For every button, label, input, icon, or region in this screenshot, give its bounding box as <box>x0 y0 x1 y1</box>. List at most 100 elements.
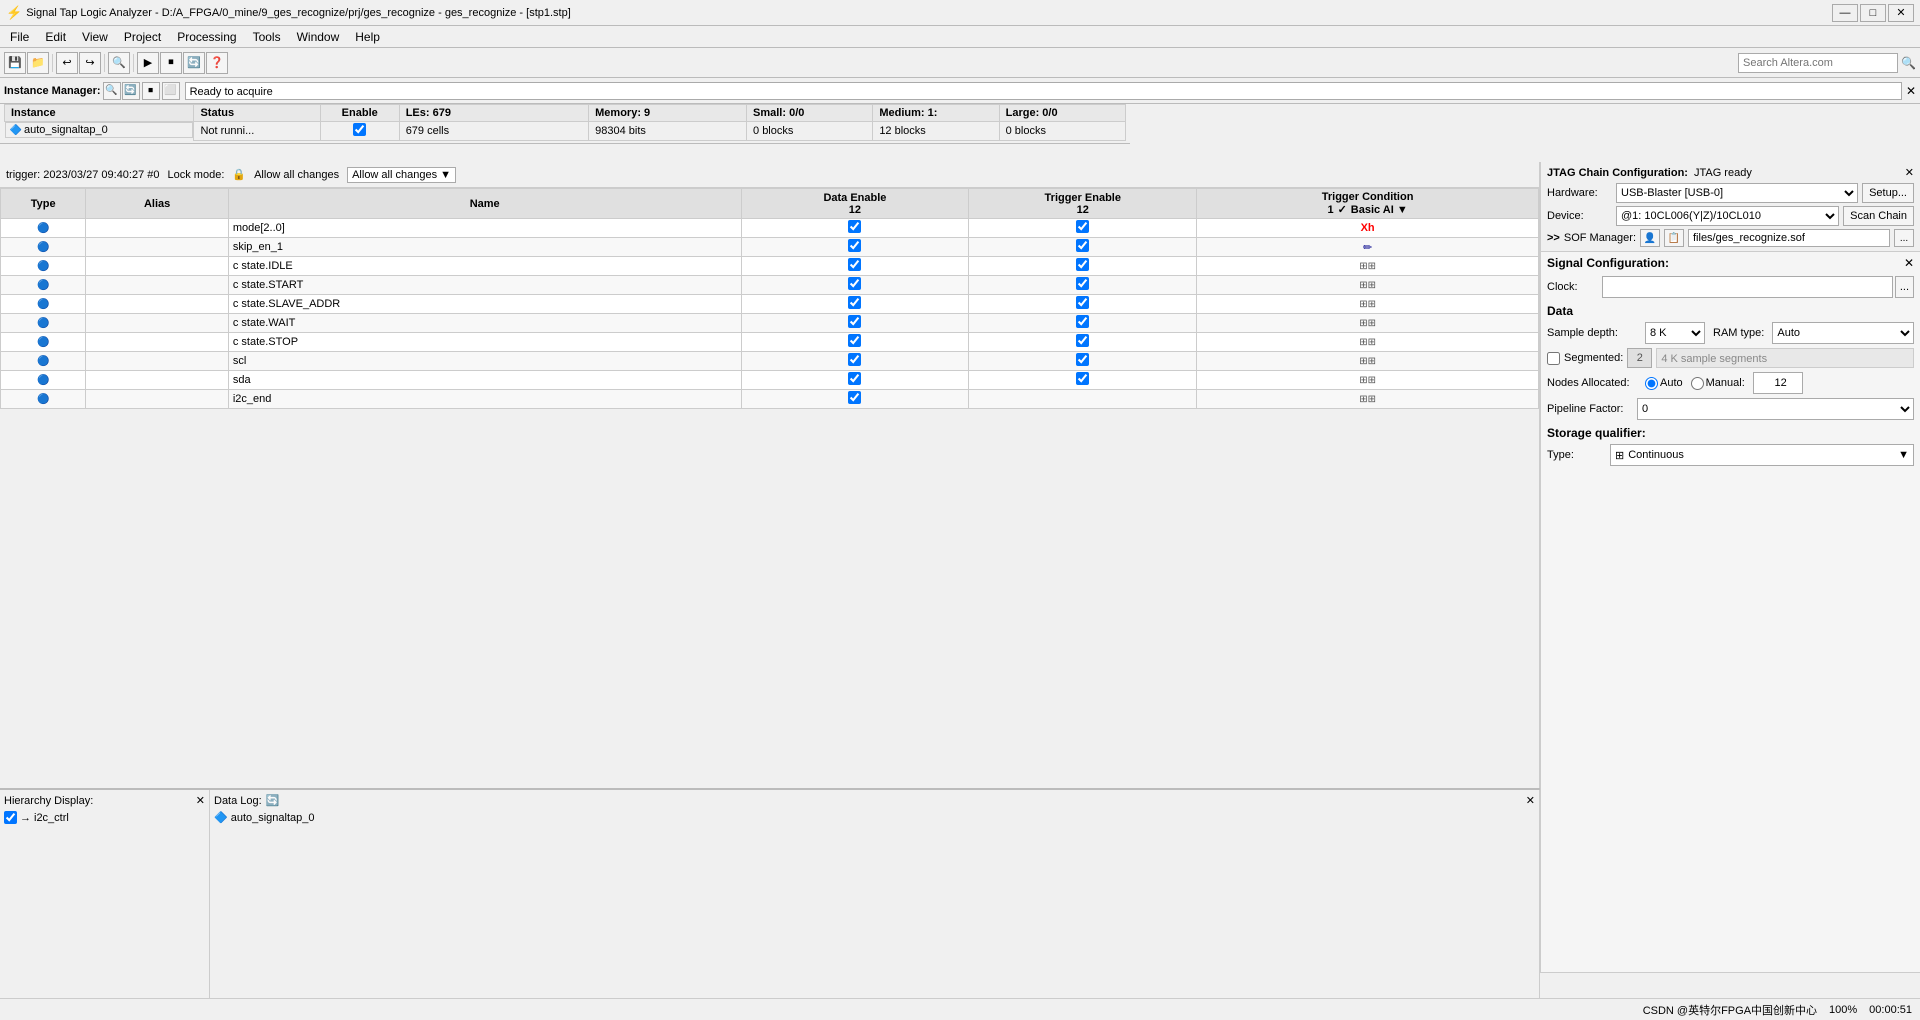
lock-mode-dropdown[interactable]: Allow all changes ▼ <box>347 167 456 183</box>
toolbar-redo[interactable]: ↪ <box>79 52 101 74</box>
toolbar-run[interactable]: ▶ <box>137 52 159 74</box>
signal-row[interactable]: 🔵sda⊞⊞ <box>1 371 1539 390</box>
trigger-enable-checkbox[interactable] <box>1076 334 1089 347</box>
data-enable-checkbox[interactable] <box>848 315 861 328</box>
trigger-enable-checkbox[interactable] <box>1076 296 1089 309</box>
trigger-enable-checkbox[interactable] <box>1076 315 1089 328</box>
toolbar-help[interactable]: ❓ <box>206 52 228 74</box>
menu-project[interactable]: Project <box>118 29 167 45</box>
sig-config-close[interactable]: ✕ <box>1904 256 1914 270</box>
signal-row[interactable]: 🔵scl⊞⊞ <box>1 352 1539 371</box>
datalog-item[interactable]: 🔷 auto_signaltap_0 <box>214 811 1535 824</box>
trigger-enable-checkbox[interactable] <box>1076 239 1089 252</box>
clock-browse-btn[interactable]: ... <box>1895 276 1914 298</box>
hierarchy-check[interactable] <box>4 811 17 824</box>
toolbar-new[interactable]: 💾 <box>4 52 26 74</box>
data-enable-checkbox[interactable] <box>848 353 861 366</box>
trigger-enable-checkbox[interactable] <box>1076 258 1089 271</box>
jtag-close-btn[interactable]: ✕ <box>1905 166 1914 179</box>
hierarchy-item[interactable]: → i2c_ctrl <box>4 811 205 824</box>
segmented-checkbox[interactable] <box>1547 352 1560 365</box>
ram-type-select[interactable]: Auto <box>1772 322 1914 344</box>
signal-trigger-condition-cell[interactable]: ⊞⊞ <box>1197 295 1539 314</box>
instance-refresh-btn[interactable]: 🔄 <box>122 82 140 100</box>
signal-trigger-enable-cell[interactable] <box>969 238 1197 257</box>
minimize-button[interactable]: — <box>1832 4 1858 22</box>
sample-depth-select[interactable]: 8 K <box>1645 322 1705 344</box>
signal-row[interactable]: 🔵c state.START⊞⊞ <box>1 276 1539 295</box>
manual-radio-label[interactable]: Manual: <box>1691 377 1745 390</box>
signal-row[interactable]: 🔵c state.WAIT⊞⊞ <box>1 314 1539 333</box>
signal-data-enable-cell[interactable] <box>741 352 969 371</box>
maximize-button[interactable]: □ <box>1860 4 1886 22</box>
data-enable-checkbox[interactable] <box>848 239 861 252</box>
data-enable-checkbox[interactable] <box>848 277 861 290</box>
instance-search-btn[interactable]: 🔍 <box>103 82 121 100</box>
manual-radio[interactable] <box>1691 377 1704 390</box>
signal-trigger-enable-cell[interactable] <box>969 352 1197 371</box>
instance-close-btn[interactable]: ✕ <box>1906 84 1916 98</box>
signal-data-enable-cell[interactable] <box>741 333 969 352</box>
menu-window[interactable]: Window <box>291 29 346 45</box>
signal-trigger-condition-cell[interactable]: Xh <box>1197 219 1539 238</box>
instance-row[interactable]: 🔷 auto_signaltap_0 Not runni... 679 cell… <box>5 122 1126 141</box>
datalog-icon[interactable]: 🔄 <box>266 794 280 807</box>
signal-data-enable-cell[interactable] <box>741 390 969 409</box>
clock-input[interactable]: sys_clk <box>1602 276 1893 298</box>
auto-radio-label[interactable]: Auto <box>1645 377 1683 390</box>
signal-trigger-condition-cell[interactable]: ⊞⊞ <box>1197 257 1539 276</box>
signal-trigger-enable-cell[interactable] <box>969 333 1197 352</box>
sof-program-btn[interactable]: 👤 <box>1640 229 1660 247</box>
signal-trigger-enable-cell[interactable] <box>969 257 1197 276</box>
auto-radio[interactable] <box>1645 377 1658 390</box>
menu-edit[interactable]: Edit <box>39 29 72 45</box>
instance-panel-btn[interactable]: ⬜ <box>162 82 180 100</box>
storage-type-dropdown[interactable]: ⊞ Continuous ▼ <box>1610 444 1914 466</box>
data-enable-checkbox[interactable] <box>848 372 861 385</box>
signal-trigger-enable-cell[interactable] <box>969 314 1197 333</box>
data-enable-checkbox[interactable] <box>848 296 861 309</box>
data-enable-checkbox[interactable] <box>848 334 861 347</box>
instance-stop-btn[interactable]: ⏹ <box>142 82 160 100</box>
signal-data-enable-cell[interactable] <box>741 371 969 390</box>
signal-trigger-condition-cell[interactable]: ✏ <box>1197 238 1539 257</box>
signal-trigger-enable-cell[interactable] <box>969 390 1197 409</box>
signal-trigger-condition-cell[interactable]: ⊞⊞ <box>1197 371 1539 390</box>
signal-trigger-condition-cell[interactable]: ⊞⊞ <box>1197 333 1539 352</box>
signal-trigger-condition-cell[interactable]: ⊞⊞ <box>1197 352 1539 371</box>
sof-path-input[interactable] <box>1688 229 1890 247</box>
signal-trigger-condition-cell[interactable]: ⊞⊞ <box>1197 390 1539 409</box>
trigger-enable-checkbox[interactable] <box>1076 372 1089 385</box>
toolbar-netlist[interactable]: 🔍 <box>108 52 130 74</box>
sof-more-btn[interactable]: ... <box>1894 229 1914 247</box>
data-enable-checkbox[interactable] <box>848 258 861 271</box>
signal-data-enable-cell[interactable] <box>741 257 969 276</box>
signal-row[interactable]: 🔵c state.SLAVE_ADDR⊞⊞ <box>1 295 1539 314</box>
signal-trigger-enable-cell[interactable] <box>969 219 1197 238</box>
signal-data-enable-cell[interactable] <box>741 219 969 238</box>
signal-row[interactable]: 🔵c state.IDLE⊞⊞ <box>1 257 1539 276</box>
signal-row[interactable]: 🔵mode[2..0]Xh <box>1 219 1539 238</box>
signal-trigger-enable-cell[interactable] <box>969 295 1197 314</box>
menu-tools[interactable]: Tools <box>247 29 287 45</box>
menu-file[interactable]: File <box>4 29 35 45</box>
trigger-enable-checkbox[interactable] <box>1076 353 1089 366</box>
menu-help[interactable]: Help <box>349 29 386 45</box>
toolbar-open[interactable]: 📁 <box>27 52 49 74</box>
pipeline-factor-select[interactable]: 0 <box>1637 398 1914 420</box>
signal-row[interactable]: 🔵skip_en_1✏ <box>1 238 1539 257</box>
signal-trigger-condition-cell[interactable]: ⊞⊞ <box>1197 276 1539 295</box>
signal-trigger-condition-cell[interactable]: ⊞⊞ <box>1197 314 1539 333</box>
instance-enable-cell[interactable] <box>320 122 399 141</box>
device-select[interactable]: @1: 10CL006(Y|Z)/10CL010 <box>1616 206 1839 226</box>
signal-data-enable-cell[interactable] <box>741 314 969 333</box>
data-enable-checkbox[interactable] <box>848 220 861 233</box>
toolbar-refresh[interactable]: 🔄 <box>183 52 205 74</box>
signal-data-enable-cell[interactable] <box>741 238 969 257</box>
menu-view[interactable]: View <box>76 29 114 45</box>
hardware-select[interactable]: USB-Blaster [USB-0] <box>1616 183 1858 203</box>
signal-row[interactable]: 🔵i2c_end⊞⊞ <box>1 390 1539 409</box>
close-button[interactable]: ✕ <box>1888 4 1914 22</box>
manual-value-input[interactable] <box>1753 372 1803 394</box>
signal-data-enable-cell[interactable] <box>741 295 969 314</box>
